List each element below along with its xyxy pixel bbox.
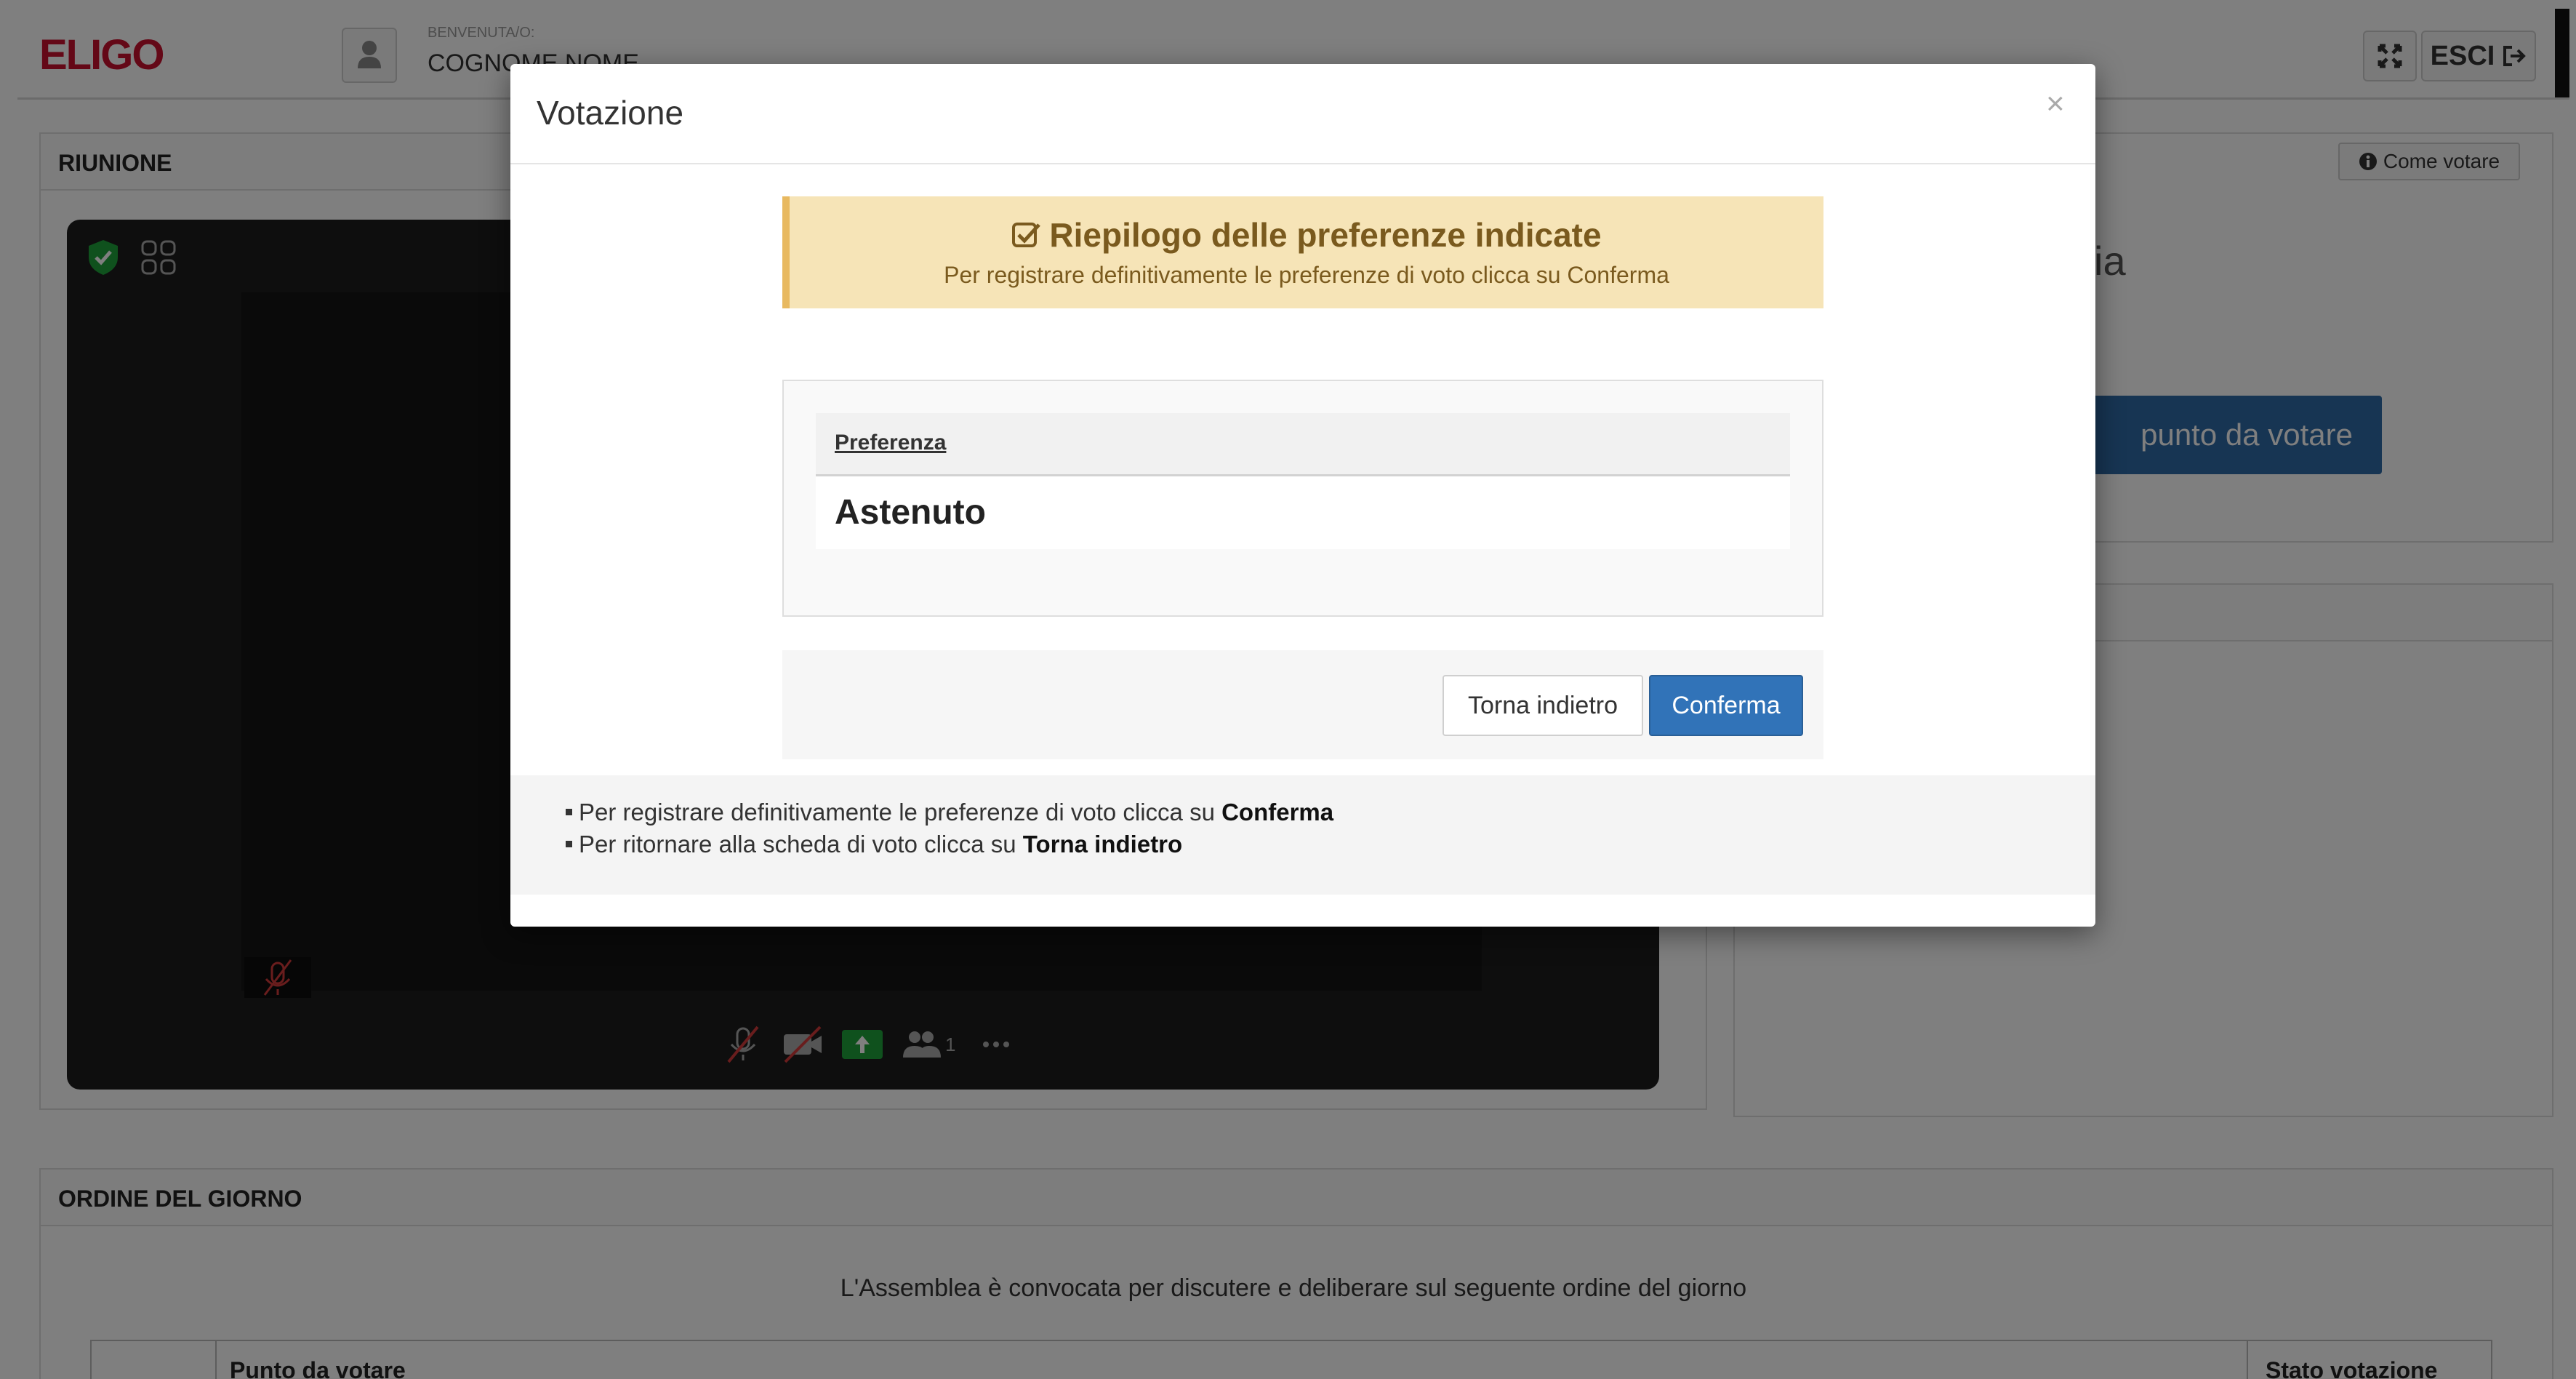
- modal-header: Votazione ×: [510, 64, 2095, 164]
- check-square-icon: [1012, 223, 1041, 247]
- bullet: [566, 809, 572, 815]
- close-icon[interactable]: ×: [2046, 86, 2065, 122]
- summary-alert: Riepilogo delle preferenze indicate Per …: [782, 196, 1823, 308]
- help-item: Per ritornare alla scheda di voto clicca…: [566, 831, 1183, 858]
- summary-alert-title: Riepilogo delle preferenze indicate: [1049, 216, 1602, 254]
- bullet: [566, 841, 572, 847]
- summary-alert-title-wrap: Riepilogo delle preferenze indicate: [790, 215, 1823, 255]
- modal-actions: Torna indietro Conferma: [782, 650, 1823, 759]
- help-strong: Torna indietro: [1022, 831, 1183, 858]
- help-notes: Per registrare definitivamente le prefer…: [510, 775, 2095, 895]
- preference-value: Astenuto: [835, 493, 986, 532]
- confirm-button[interactable]: Conferma: [1649, 675, 1803, 736]
- vote-modal: Votazione × Riepilogo delle preferenze i…: [510, 64, 2095, 927]
- preference-column-label: Preferenza: [835, 431, 947, 455]
- summary-alert-subtitle: Per registrare definitivamente le prefer…: [944, 262, 1669, 288]
- help-item: Per registrare definitivamente le prefer…: [566, 799, 1334, 826]
- help-text: Per registrare definitivamente le prefer…: [579, 799, 1222, 826]
- help-strong: Conferma: [1221, 799, 1334, 826]
- modal-title: Votazione: [537, 94, 684, 132]
- preference-table-header: Preferenza: [816, 413, 1790, 476]
- back-button[interactable]: Torna indietro: [1443, 675, 1643, 736]
- preference-row: Astenuto: [816, 476, 1790, 549]
- preference-summary-box: Preferenza Astenuto: [782, 380, 1823, 617]
- help-text: Per ritornare alla scheda di voto clicca…: [579, 831, 1023, 858]
